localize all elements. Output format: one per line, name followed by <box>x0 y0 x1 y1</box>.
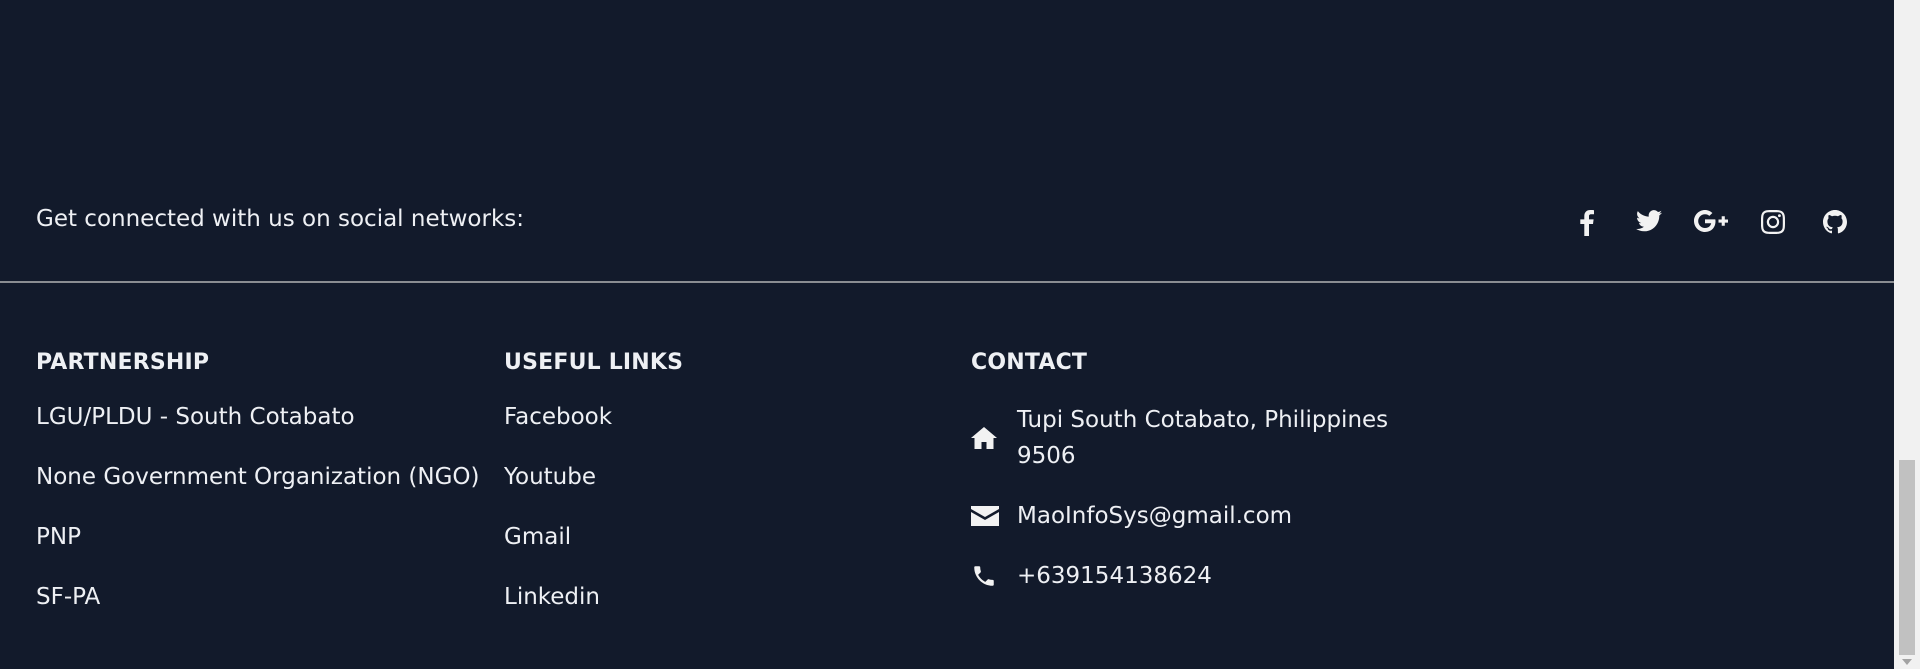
github-icon[interactable] <box>1804 210 1866 242</box>
phone-text: +639154138624 <box>1017 563 1212 589</box>
address-text: Tupi South Cotabato, Philippines 9506 <box>1017 402 1388 474</box>
partnership-heading: PARTNERSHIP <box>36 350 210 375</box>
useful-links-heading: USEFUL LINKS <box>504 350 684 375</box>
address-line-2: 9506 <box>1017 443 1076 469</box>
scroll-down-arrow-icon[interactable] <box>1902 659 1912 665</box>
useful-links-column: USEFUL LINKS Facebook Youtube Gmail Link… <box>504 350 683 642</box>
twitter-icon[interactable] <box>1618 210 1680 242</box>
partnership-column: PARTNERSHIP LGU/PLDU - South Cotabato No… <box>36 350 480 642</box>
link-linkedin[interactable]: Linkedin <box>504 584 600 610</box>
link-youtube[interactable]: Youtube <box>504 464 596 490</box>
partnership-item: PNP <box>36 524 81 550</box>
partnership-item: LGU/PLDU - South Cotabato <box>36 404 355 430</box>
useful-links-list: Facebook Youtube Gmail Linkedin <box>504 402 683 612</box>
scrollbar-thumb[interactable] <box>1899 460 1915 655</box>
site-footer: Get connected with us on social networks… <box>0 0 1894 669</box>
home-icon <box>971 402 1017 474</box>
partnership-list: LGU/PLDU - South Cotabato None Governmen… <box>36 402 480 612</box>
social-tagline: Get connected with us on social networks… <box>36 206 525 232</box>
contact-email: MaoInfoSys@gmail.com <box>971 498 1388 534</box>
address-line-1: Tupi South Cotabato, Philippines <box>1017 407 1389 433</box>
contact-column: CONTACT Tupi South Cotabato, Philippines… <box>971 350 1388 618</box>
google-plus-icon[interactable] <box>1680 210 1742 242</box>
phone-icon <box>971 558 1017 594</box>
vertical-scrollbar[interactable] <box>1894 0 1920 669</box>
contact-heading: CONTACT <box>971 350 1088 375</box>
link-gmail[interactable]: Gmail <box>504 524 571 550</box>
facebook-icon[interactable] <box>1556 210 1618 242</box>
page: Get connected with us on social networks… <box>0 0 1920 669</box>
footer-divider <box>0 281 1894 283</box>
link-facebook[interactable]: Facebook <box>504 404 612 430</box>
contact-phone: +639154138624 <box>971 558 1388 594</box>
envelope-icon <box>971 498 1017 534</box>
instagram-icon[interactable] <box>1742 210 1804 242</box>
social-icons <box>1556 210 1866 242</box>
partnership-item: SF-PA <box>36 584 101 610</box>
email-text: MaoInfoSys@gmail.com <box>1017 503 1293 529</box>
partnership-item: None Government Organization (NGO) <box>36 464 480 490</box>
contact-address: Tupi South Cotabato, Philippines 9506 <box>971 402 1388 474</box>
